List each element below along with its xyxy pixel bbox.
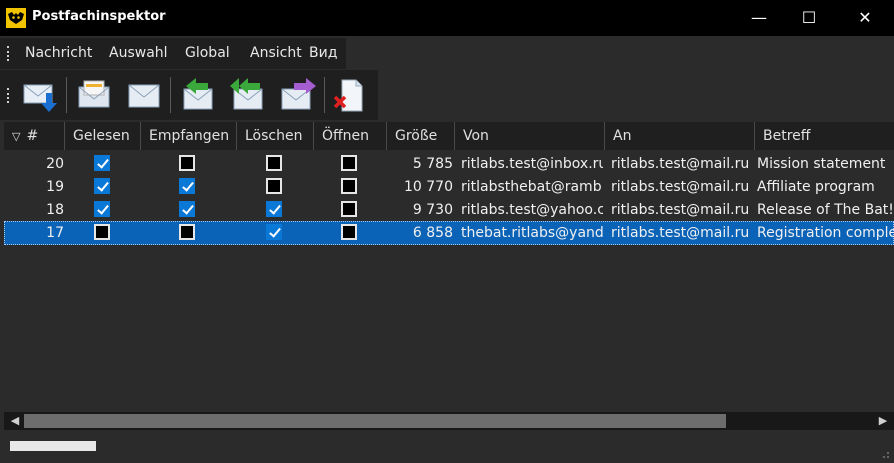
cell-size: 6 858 xyxy=(412,225,453,241)
toolbar-separator xyxy=(170,77,171,113)
gelesen-checkbox[interactable] xyxy=(94,155,110,171)
column-groesse[interactable]: Größe xyxy=(387,122,455,150)
delete-icon[interactable] xyxy=(330,75,370,115)
menu-global[interactable]: Global xyxy=(185,45,230,61)
cell-from: ritlabs.test@inbox.ru xyxy=(461,156,603,172)
column-empfangen[interactable]: Empfangen xyxy=(141,122,237,150)
table-row[interactable]: 19 10 770 ritlabsthebat@ramb… ritlabs.test@… xyxy=(4,175,894,199)
cell-number: 19 xyxy=(46,179,64,195)
cell-size: 9 730 xyxy=(412,202,453,218)
column-number-label: # xyxy=(26,128,39,144)
cell-subject: Release of The Bat! v xyxy=(757,202,894,218)
cell-from: ritlabs.test@yahoo.c… xyxy=(461,202,603,218)
oeffnen-checkbox[interactable] xyxy=(341,224,357,240)
envelope-icon[interactable] xyxy=(124,75,164,115)
table-row[interactable]: 18 9 730 ritlabs.test@yahoo.c… ritlabs.test… xyxy=(4,198,894,222)
cell-size: 5 785 xyxy=(412,156,453,172)
close-button[interactable]: ✕ xyxy=(842,0,888,36)
cell-subject: Affiliate program xyxy=(757,179,875,195)
message-table: ▽ # Gelesen Empfangen Löschen Öffnen Größ… xyxy=(4,122,894,412)
loeschen-checkbox[interactable] xyxy=(266,201,282,217)
menu-bar-empty xyxy=(348,38,894,69)
minimize-button[interactable]: — xyxy=(736,0,782,36)
cell-subject: Mission statement xyxy=(757,156,886,172)
loeschen-checkbox[interactable] xyxy=(266,224,282,240)
empfangen-checkbox[interactable] xyxy=(179,201,195,217)
menu-vid[interactable]: Вид xyxy=(309,45,337,61)
status-bar xyxy=(0,431,894,463)
the-bat-app-icon xyxy=(6,8,26,28)
cell-to: ritlabs.test@mail.ru xyxy=(611,156,750,172)
reply-all-icon[interactable] xyxy=(228,75,268,115)
menu-grip[interactable] xyxy=(7,46,11,61)
table-header: ▽ # Gelesen Empfangen Löschen Öffnen Größ… xyxy=(4,122,894,150)
status-progress xyxy=(10,441,96,451)
title-bar: Postfachinspektor — ☐ ✕ xyxy=(0,0,894,36)
cell-number: 17 xyxy=(46,225,64,241)
scrollbar-thumb[interactable] xyxy=(24,414,726,428)
menu-bar: Nachricht Auswahl Global Ansicht Вид xyxy=(0,38,346,69)
open-message-icon[interactable] xyxy=(74,75,114,115)
loeschen-checkbox[interactable] xyxy=(266,178,282,194)
toolbar-separator xyxy=(324,77,325,113)
cell-number: 18 xyxy=(46,202,64,218)
maximize-button[interactable]: ☐ xyxy=(786,0,832,36)
cell-to: ritlabs.test@mail.ru xyxy=(611,179,750,195)
menu-nachricht[interactable]: Nachricht xyxy=(25,45,92,61)
menu-ansicht[interactable]: Ansicht xyxy=(250,45,302,61)
cell-subject: Registration comple xyxy=(757,225,894,241)
cell-number: 20 xyxy=(46,156,64,172)
empfangen-checkbox[interactable] xyxy=(179,155,195,171)
cell-from: thebat.ritlabs@yand… xyxy=(461,225,603,241)
oeffnen-checkbox[interactable] xyxy=(341,178,357,194)
gelesen-checkbox[interactable] xyxy=(94,224,110,240)
oeffnen-checkbox[interactable] xyxy=(341,155,357,171)
gelesen-checkbox[interactable] xyxy=(94,201,110,217)
column-gelesen[interactable]: Gelesen xyxy=(65,122,141,150)
cell-to: ritlabs.test@mail.ru xyxy=(611,225,750,241)
column-number[interactable]: ▽ # xyxy=(4,122,65,150)
forward-icon[interactable] xyxy=(278,75,318,115)
empfangen-checkbox[interactable] xyxy=(179,178,195,194)
column-an[interactable]: An xyxy=(605,122,755,150)
oeffnen-checkbox[interactable] xyxy=(341,201,357,217)
column-betreff[interactable]: Betreff xyxy=(755,122,894,150)
column-von[interactable]: Von xyxy=(455,122,605,150)
table-row[interactable]: 17 6 858 thebat.ritlabs@yand… ritlabs.test@… xyxy=(4,221,894,245)
horizontal-scrollbar[interactable]: ◀ ▶ xyxy=(4,412,894,430)
cell-from: ritlabsthebat@ramb… xyxy=(461,179,603,195)
toolbar xyxy=(0,70,378,120)
sort-indicator-icon: ▽ xyxy=(12,130,21,143)
toolbar-grip[interactable] xyxy=(7,88,11,103)
empfangen-checkbox[interactable] xyxy=(179,224,195,240)
reply-icon[interactable] xyxy=(178,75,218,115)
resize-grip-icon[interactable] xyxy=(880,449,890,459)
column-oeffnen[interactable]: Öffnen xyxy=(314,122,387,150)
menu-auswahl[interactable]: Auswahl xyxy=(109,45,168,61)
toolbar-separator xyxy=(66,77,67,113)
gelesen-checkbox[interactable] xyxy=(94,178,110,194)
window-title: Postfachinspektor xyxy=(32,9,166,24)
cell-size: 10 770 xyxy=(404,179,453,195)
table-row[interactable]: 20 5 785 ritlabs.test@inbox.ru ritlabs.test… xyxy=(4,152,894,176)
scroll-right-arrow-icon[interactable]: ▶ xyxy=(874,412,892,430)
cell-to: ritlabs.test@mail.ru xyxy=(611,202,750,218)
column-loeschen[interactable]: Löschen xyxy=(237,122,314,150)
get-mail-icon[interactable] xyxy=(20,75,60,115)
loeschen-checkbox[interactable] xyxy=(266,155,282,171)
scroll-left-arrow-icon[interactable]: ◀ xyxy=(6,412,24,430)
